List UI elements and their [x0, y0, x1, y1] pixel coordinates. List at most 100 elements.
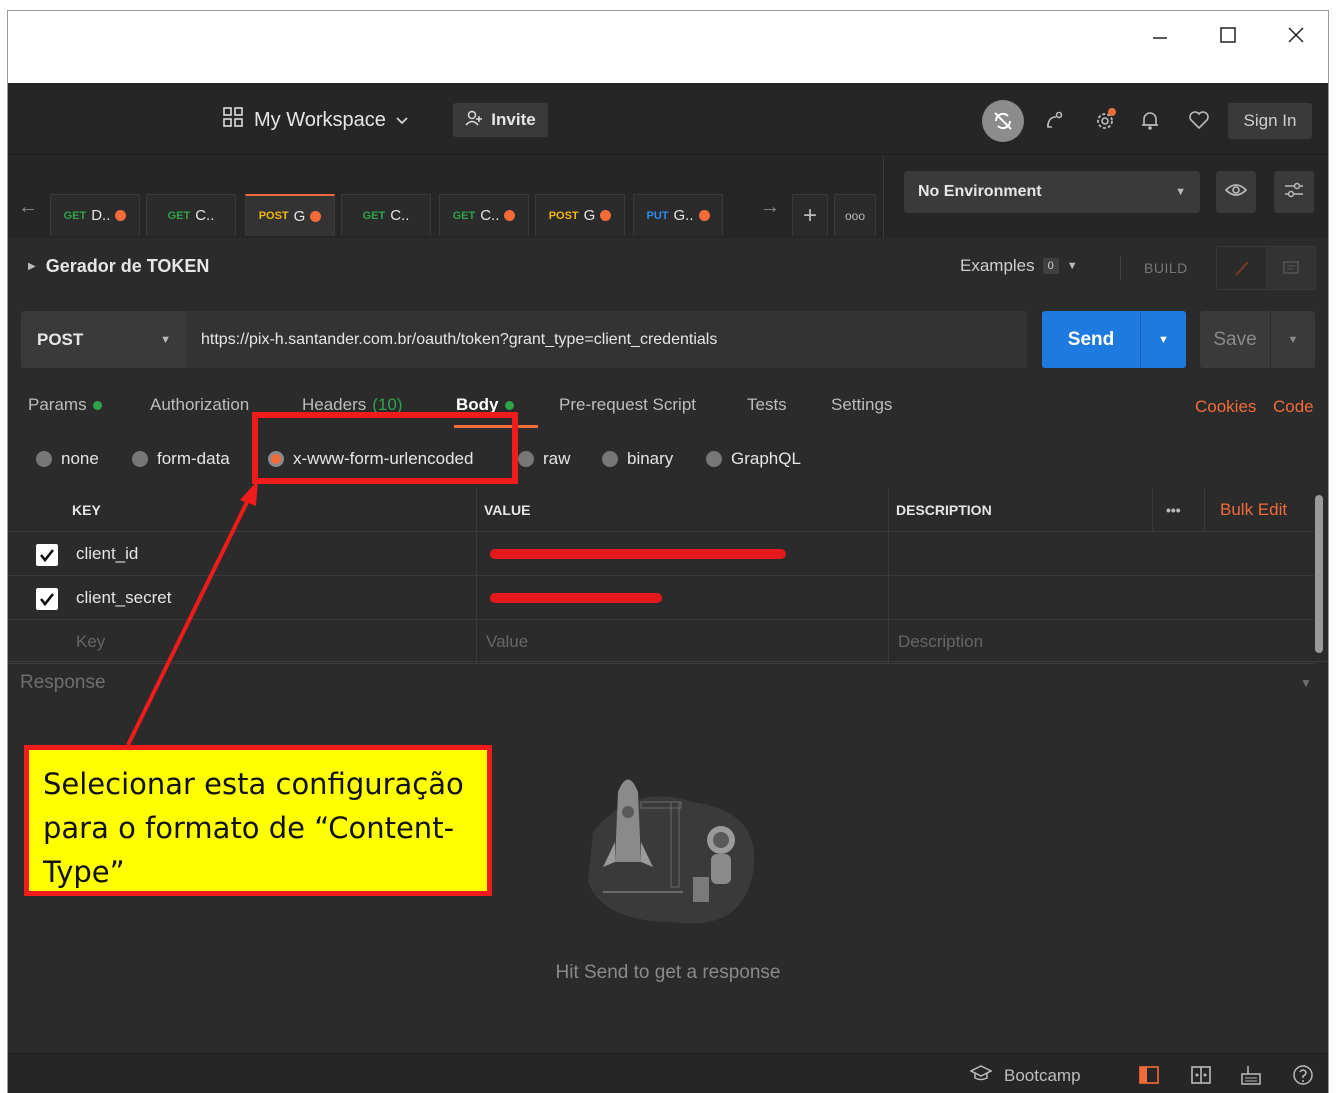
- keyboard-shortcuts-icon[interactable]: [1238, 1062, 1264, 1088]
- table-header-row: KEY VALUE DESCRIPTION ••• Bulk Edit: [8, 488, 1314, 532]
- bulk-edit-link[interactable]: Bulk Edit: [1212, 488, 1287, 532]
- radio-none[interactable]: none: [36, 449, 99, 469]
- radio-binary[interactable]: binary: [602, 449, 673, 469]
- divider: [1152, 488, 1153, 532]
- new-key-input[interactable]: Key: [68, 620, 105, 664]
- examples-dropdown[interactable]: Examples 0 ▼: [960, 256, 1078, 276]
- request-tab[interactable]: GET D..: [50, 194, 140, 236]
- method-badge: PUT: [646, 209, 669, 222]
- send-button[interactable]: Send ▼: [1042, 311, 1186, 368]
- heart-icon[interactable]: [1186, 107, 1212, 133]
- radio-graphql[interactable]: GraphQL: [706, 449, 801, 469]
- radio-form-data[interactable]: form-data: [132, 449, 230, 469]
- radio-circle: [132, 451, 148, 467]
- environment-quick-look-button[interactable]: [1216, 171, 1256, 213]
- request-tab[interactable]: GET C..: [341, 194, 431, 236]
- radio-circle: [36, 451, 52, 467]
- invite-button[interactable]: Invite: [453, 103, 548, 137]
- examples-count-badge: 0: [1042, 258, 1059, 274]
- divider: [1204, 488, 1205, 532]
- divider: [883, 156, 884, 238]
- radio-graphql-label: GraphQL: [731, 449, 801, 468]
- window-titlebar: [8, 11, 1328, 83]
- radio-binary-label: binary: [627, 449, 674, 468]
- settings-gear-icon[interactable]: [1092, 107, 1118, 133]
- more-options-icon[interactable]: •••: [1158, 488, 1181, 532]
- build-mode-label[interactable]: BUILD: [1144, 260, 1188, 276]
- request-tab[interactable]: POST G: [535, 194, 625, 236]
- highlight-box: [252, 412, 518, 484]
- sign-in-button[interactable]: Sign In: [1228, 103, 1312, 139]
- cookies-link[interactable]: Cookies: [1195, 397, 1256, 417]
- request-tab[interactable]: POST G: [245, 194, 335, 236]
- two-pane-view-icon[interactable]: [1136, 1062, 1162, 1088]
- tab-authorization[interactable]: Authorization: [150, 395, 249, 415]
- tab-pre-request-script[interactable]: Pre-request Script: [559, 395, 696, 415]
- comment-icon[interactable]: [1266, 247, 1315, 289]
- tab-title: C..: [195, 207, 215, 224]
- radio-raw[interactable]: raw: [518, 449, 570, 469]
- status-bar: Bootcamp: [8, 1053, 1328, 1093]
- tab-scroll-left-icon[interactable]: ←: [18, 196, 38, 219]
- param-value[interactable]: [482, 576, 662, 620]
- examples-label: Examples: [960, 256, 1035, 275]
- new-tab-button[interactable]: +: [792, 194, 828, 236]
- help-icon[interactable]: [1290, 1062, 1316, 1088]
- method-select[interactable]: POST ▼: [21, 311, 187, 368]
- param-key[interactable]: client_id: [68, 532, 138, 576]
- bell-icon[interactable]: [1137, 107, 1163, 133]
- workspace-switcher[interactable]: My Workspace: [222, 105, 408, 135]
- postman-app: My Workspace Invite Sign In ← GET D.. GE…: [8, 83, 1328, 1093]
- unsaved-dot: [115, 210, 127, 221]
- request-tab[interactable]: GET C..: [146, 194, 236, 236]
- save-button[interactable]: Save ▼: [1200, 311, 1315, 368]
- manage-environments-button[interactable]: [1274, 171, 1314, 213]
- row-enabled-checkbox[interactable]: [36, 544, 58, 566]
- divider: [888, 532, 889, 576]
- table-row-new: Key Value Description: [8, 620, 1314, 664]
- new-description-input[interactable]: Description: [890, 620, 983, 664]
- bootcamp-label: Bootcamp: [1004, 1065, 1081, 1085]
- bootcamp-button[interactable]: Bootcamp: [969, 1064, 1081, 1087]
- save-label: Save: [1213, 328, 1257, 350]
- request-tab[interactable]: PUT G..: [633, 194, 723, 236]
- table-scrollbar[interactable]: [1315, 495, 1323, 653]
- tab-scroll-right-icon[interactable]: →: [760, 196, 780, 219]
- radio-raw-label: raw: [543, 449, 571, 468]
- send-options-caret-icon[interactable]: ▼: [1140, 311, 1186, 368]
- tab-options-button[interactable]: ooo: [834, 194, 876, 236]
- satellite-icon[interactable]: [1042, 107, 1068, 133]
- tab-params-label: Params: [28, 395, 87, 414]
- tab-params[interactable]: Params: [28, 395, 102, 415]
- tab-tests[interactable]: Tests: [747, 395, 787, 415]
- tab-title: C..: [390, 207, 410, 224]
- empty-response-message: Hit Send to get a response: [555, 962, 781, 983]
- view-mode-toggle: [1216, 246, 1316, 290]
- tab-settings[interactable]: Settings: [831, 395, 892, 415]
- new-value-input[interactable]: Value: [478, 620, 528, 664]
- param-value[interactable]: [482, 532, 786, 576]
- save-options-caret-icon[interactable]: ▼: [1270, 311, 1315, 368]
- pencil-icon[interactable]: [1217, 247, 1266, 289]
- method-badge: GET: [452, 209, 476, 222]
- maximize-icon[interactable]: [1206, 19, 1250, 51]
- sync-off-icon[interactable]: [982, 100, 1024, 142]
- request-name[interactable]: ▶ Gerador de TOKEN: [28, 256, 209, 277]
- rocket-astronaut-illustration: [588, 779, 755, 924]
- minimize-icon[interactable]: [1138, 19, 1182, 51]
- tab-pre-request-label: Pre-request Script: [559, 395, 696, 414]
- request-tab[interactable]: GET C..: [439, 194, 529, 236]
- method-badge: GET: [362, 209, 386, 222]
- close-icon[interactable]: [1274, 19, 1318, 51]
- environment-select[interactable]: No Environment ▼: [904, 171, 1200, 213]
- unsaved-dot: [310, 210, 322, 222]
- caret-down-icon: ▼: [1066, 260, 1078, 272]
- code-link[interactable]: Code: [1273, 397, 1314, 417]
- tab-title: G..: [673, 207, 694, 224]
- layout-icon[interactable]: [1188, 1062, 1214, 1088]
- row-enabled-checkbox[interactable]: [36, 588, 58, 610]
- caret-down-icon[interactable]: ▼: [1300, 676, 1312, 690]
- param-key[interactable]: client_secret: [68, 576, 171, 620]
- tab-tests-label: Tests: [747, 395, 787, 414]
- url-input[interactable]: https://pix-h.santander.com.br/oauth/tok…: [187, 311, 1027, 368]
